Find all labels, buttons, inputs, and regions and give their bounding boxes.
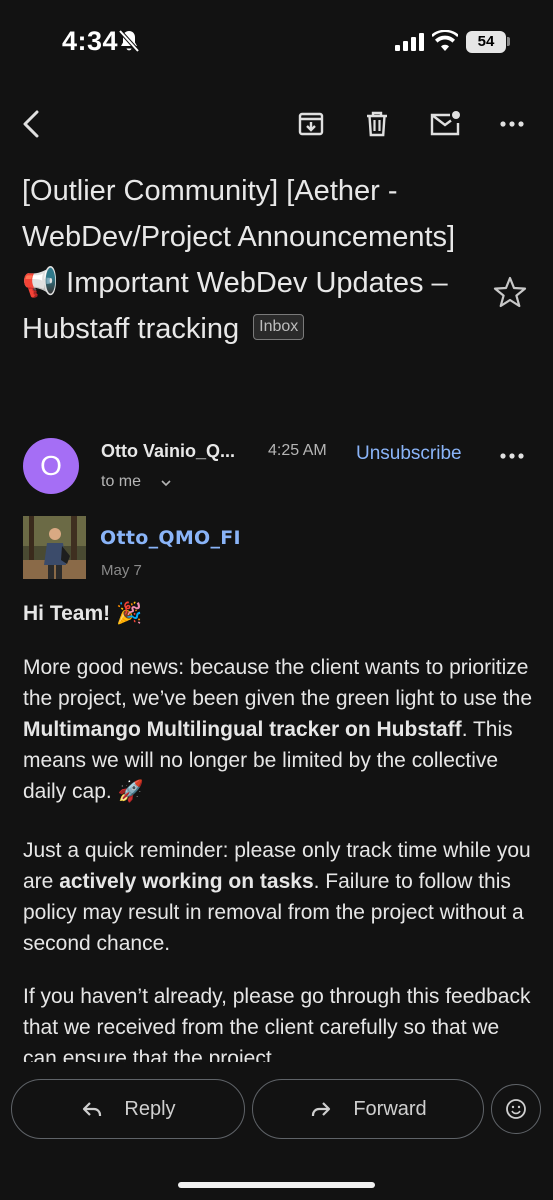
wifi-icon [432,30,458,51]
sender-name[interactable]: Otto Vainio_Q... [101,441,235,462]
body-paragraph-2: Just a quick reminder: please only track… [23,835,533,959]
sender-avatar[interactable]: O [23,438,79,494]
message-more-button[interactable] [492,438,532,474]
back-button[interactable] [12,104,52,144]
para2-bold: actively working on tasks [59,870,314,893]
home-indicator[interactable] [178,1182,375,1188]
status-bar: 4:34 54 [0,0,553,90]
reply-label: Reply [124,1097,176,1120]
sent-time: 4:25 AM [268,442,327,459]
email-screen: 4:34 54 [Outlier Community] [Aether - We… [0,0,553,1200]
chevron-down-icon[interactable] [160,477,172,489]
greeting: Hi Team! 🎉 [23,602,143,625]
body-paragraph-3: If you haven’t already, please go throug… [23,985,531,1070]
forward-button[interactable]: Forward [252,1079,484,1139]
delete-icon [367,111,387,137]
archive-icon [298,112,324,136]
email-subject: [Outlier Community] [Aether - WebDev/Pro… [22,168,482,352]
star-icon[interactable] [492,274,528,310]
unsubscribe-link[interactable]: Unsubscribe [356,443,462,465]
author-date: May 7 [101,562,142,579]
reply-icon [83,1102,102,1116]
delete-button[interactable] [357,104,397,144]
clock: 4:34 [62,26,119,56]
author-name[interactable]: Otto_QMO_FI [100,527,241,549]
para1-bold: Multimango Multilingual tracker on Hubst… [23,718,462,741]
reply-button[interactable]: Reply [11,1079,245,1139]
signal-icon [395,33,424,51]
battery-nub [507,37,510,46]
back-icon [23,110,39,138]
forward-label: Forward [353,1097,427,1120]
emoji-icon [506,1099,526,1119]
inbox-label-badge[interactable]: Inbox [253,314,305,341]
more-options-button[interactable] [492,104,532,144]
bell-off-icon [118,29,140,53]
more-icon [500,121,524,127]
para1-text-1: More good news: because the client wants… [23,656,533,710]
mark-unread-button[interactable] [425,104,465,144]
recipient-toggle[interactable]: to me [101,473,141,491]
author-photo [23,516,86,579]
more-icon [500,453,524,459]
forward-icon [312,1102,331,1116]
battery-icon: 54 [466,31,506,53]
body-paragraph-1: More good news: because the client wants… [23,652,533,807]
mark-unread-icon [430,111,460,136]
emoji-reaction-button[interactable] [491,1084,541,1134]
archive-button[interactable] [291,104,331,144]
subject-text: [Outlier Community] [Aether - WebDev/Pro… [22,175,456,345]
email-toolbar [0,100,553,150]
